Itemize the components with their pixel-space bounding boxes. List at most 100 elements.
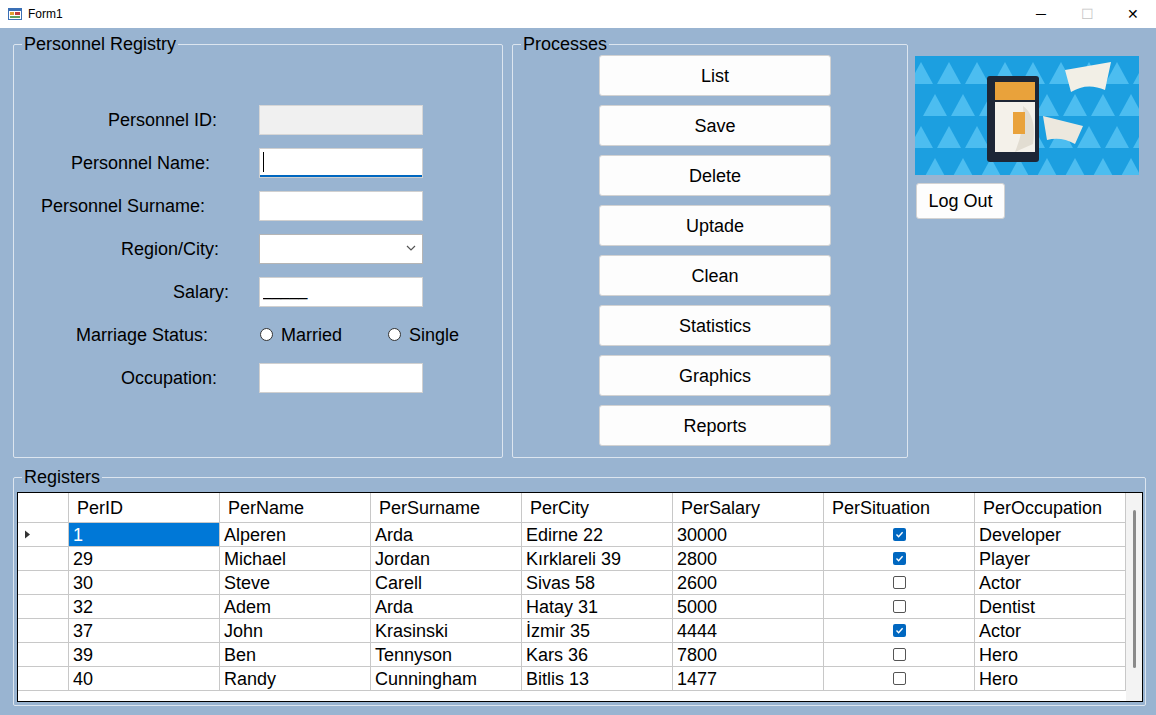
table-cell[interactable]: Alperen [220, 523, 371, 547]
table-cell[interactable]: 5000 [673, 595, 824, 619]
minimize-button[interactable]: ─ [1018, 0, 1064, 28]
table-cell[interactable]: Carell [371, 571, 522, 595]
reports-button[interactable]: Reports [599, 405, 831, 446]
scrollbar-thumb[interactable] [1133, 510, 1136, 668]
table-cell[interactable]: 2600 [673, 571, 824, 595]
table-cell[interactable]: 4444 [673, 619, 824, 643]
table-cell[interactable]: Cunningham [371, 667, 522, 691]
radio-option[interactable]: Single [388, 323, 516, 347]
table-cell[interactable] [824, 523, 975, 547]
vertical-scrollbar[interactable] [1126, 493, 1142, 701]
situation-checkbox[interactable] [893, 576, 906, 589]
column-header[interactable]: PerOccupation [975, 493, 1126, 523]
table-cell[interactable]: Sivas 58 [522, 571, 673, 595]
column-header[interactable]: PerID [69, 493, 220, 523]
table-cell[interactable]: 30000 [673, 523, 824, 547]
situation-checkbox[interactable] [893, 600, 906, 613]
table-cell[interactable]: Jordan [371, 547, 522, 571]
radio-option[interactable]: Married [260, 323, 388, 347]
table-cell[interactable]: Developer [975, 523, 1126, 547]
table-cell[interactable] [824, 643, 975, 667]
table-cell[interactable]: Kırklareli 39 [522, 547, 673, 571]
table-cell[interactable]: 1477 [673, 667, 824, 691]
personnel-surname-field[interactable] [259, 191, 423, 221]
region-city-combo[interactable] [259, 234, 423, 264]
table-cell[interactable]: Dentist [975, 595, 1126, 619]
column-header[interactable]: PerSurname [371, 493, 522, 523]
table-cell[interactable]: 30 [69, 571, 220, 595]
radio-circle[interactable] [260, 328, 273, 341]
table-row[interactable]: 29MichaelJordanKırklareli 392800 Player [18, 547, 1126, 571]
column-header[interactable]: PerSalary [673, 493, 824, 523]
column-header[interactable]: PerSituation [824, 493, 975, 523]
table-cell[interactable]: Bitlis 13 [522, 667, 673, 691]
salary-field[interactable]: _____ [259, 277, 423, 307]
situation-checkbox[interactable] [893, 624, 906, 637]
close-button[interactable]: ✕ [1110, 0, 1156, 28]
delete-button[interactable]: Delete [599, 155, 831, 196]
situation-checkbox[interactable] [893, 552, 906, 565]
table-cell[interactable] [824, 619, 975, 643]
table-row[interactable]: 1AlperenArdaEdirne 2230000 Developer [18, 523, 1126, 547]
uptade-button[interactable]: Uptade [599, 205, 831, 246]
table-cell[interactable]: 32 [69, 595, 220, 619]
table-row[interactable]: 40RandyCunninghamBitlis 131477 Hero [18, 667, 1126, 691]
table-cell[interactable]: Ben [220, 643, 371, 667]
situation-checkbox[interactable] [893, 672, 906, 685]
table-cell[interactable]: Randy [220, 667, 371, 691]
table-cell[interactable]: Arda [371, 523, 522, 547]
table-cell[interactable]: 1 [69, 523, 220, 547]
logout-button[interactable]: Log Out [916, 183, 1005, 219]
situation-checkbox[interactable] [893, 648, 906, 661]
table-cell[interactable]: Player [975, 547, 1126, 571]
list-button[interactable]: List [599, 55, 831, 96]
column-header[interactable]: PerName [220, 493, 371, 523]
row-header[interactable] [18, 643, 69, 667]
data-grid[interactable]: PerIDPerNamePerSurnamePerCityPerSalaryPe… [17, 492, 1143, 702]
table-cell[interactable]: Krasinski [371, 619, 522, 643]
table-row[interactable]: 37JohnKrasinskiİzmir 354444 Actor [18, 619, 1126, 643]
graphics-button[interactable]: Graphics [599, 355, 831, 396]
column-header[interactable]: PerCity [522, 493, 673, 523]
table-cell[interactable]: İzmir 35 [522, 619, 673, 643]
table-cell[interactable]: Hero [975, 643, 1126, 667]
table-cell[interactable]: Hero [975, 667, 1126, 691]
radio-circle[interactable] [388, 328, 401, 341]
table-row[interactable]: 39BenTennysonKars 367800 Hero [18, 643, 1126, 667]
row-header[interactable] [18, 523, 69, 547]
row-header[interactable] [18, 571, 69, 595]
table-cell[interactable]: John [220, 619, 371, 643]
table-cell[interactable] [824, 667, 975, 691]
table-cell[interactable]: Steve [220, 571, 371, 595]
table-cell[interactable]: Kars 36 [522, 643, 673, 667]
table-cell[interactable] [824, 595, 975, 619]
table-row[interactable]: 32AdemArdaHatay 315000 Dentist [18, 595, 1126, 619]
table-cell[interactable]: Edirne 22 [522, 523, 673, 547]
save-button[interactable]: Save [599, 105, 831, 146]
row-header[interactable] [18, 547, 69, 571]
row-header[interactable] [18, 619, 69, 643]
table-cell[interactable] [824, 571, 975, 595]
table-cell[interactable]: Actor [975, 619, 1126, 643]
table-cell[interactable] [824, 547, 975, 571]
table-cell[interactable]: 40 [69, 667, 220, 691]
statistics-button[interactable]: Statistics [599, 305, 831, 346]
table-cell[interactable]: 29 [69, 547, 220, 571]
table-cell[interactable]: 39 [69, 643, 220, 667]
table-cell[interactable]: Adem [220, 595, 371, 619]
table-cell[interactable]: 37 [69, 619, 220, 643]
situation-checkbox[interactable] [893, 528, 906, 541]
table-cell[interactable]: Actor [975, 571, 1126, 595]
table-cell[interactable]: Michael [220, 547, 371, 571]
clean-button[interactable]: Clean [599, 255, 831, 296]
row-header[interactable] [18, 595, 69, 619]
table-cell[interactable]: Tennyson [371, 643, 522, 667]
table-cell[interactable]: 7800 [673, 643, 824, 667]
occupation-field[interactable] [259, 363, 423, 393]
table-cell[interactable]: Arda [371, 595, 522, 619]
row-header[interactable] [18, 667, 69, 691]
table-cell[interactable]: Hatay 31 [522, 595, 673, 619]
table-row[interactable]: 30SteveCarellSivas 582600 Actor [18, 571, 1126, 595]
personnel-name-field[interactable] [259, 148, 423, 178]
table-cell[interactable]: 2800 [673, 547, 824, 571]
